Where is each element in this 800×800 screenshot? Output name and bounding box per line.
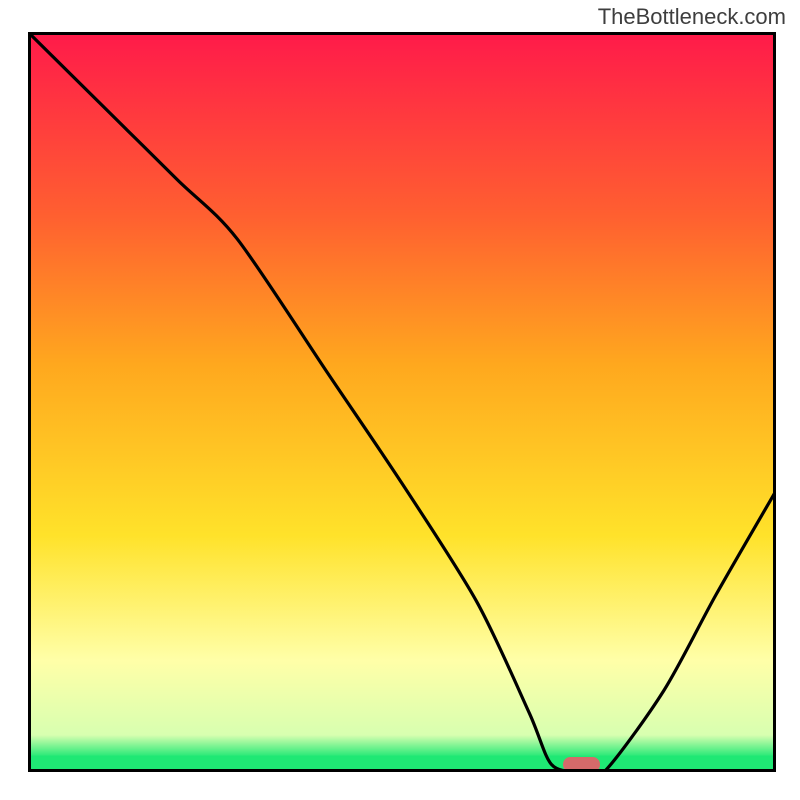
watermark-text: TheBottleneck.com: [598, 4, 786, 30]
optimal-marker-icon: [563, 757, 600, 772]
plot-area: [28, 32, 776, 772]
ideal-band: [28, 756, 776, 772]
chart-container: TheBottleneck.com: [0, 0, 800, 800]
plot-svg: [28, 32, 776, 772]
